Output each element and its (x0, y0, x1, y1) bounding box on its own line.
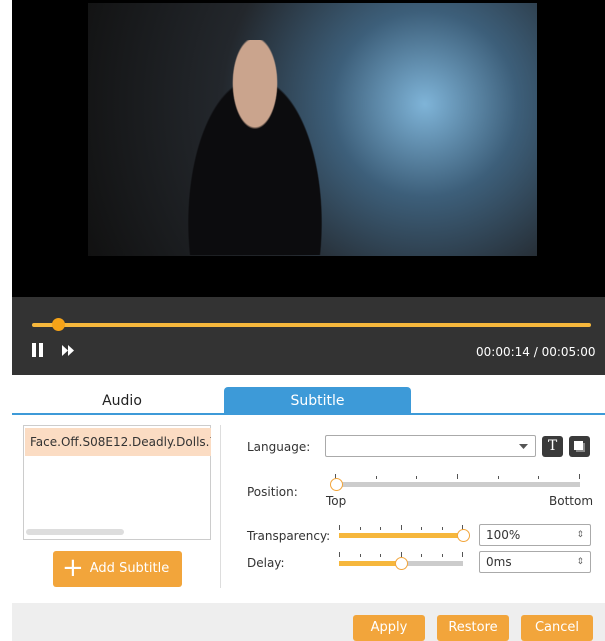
position-slider[interactable] (336, 482, 580, 487)
tick-mark (380, 527, 381, 530)
tick-mark (359, 554, 361, 557)
position-min-label: Top (326, 494, 347, 508)
tick-mark (421, 527, 422, 530)
transparency-label: Transparency: (247, 529, 331, 543)
transparency-spinbox[interactable]: 100% ⇕ (479, 524, 591, 546)
cancel-button[interactable]: Cancel (521, 615, 593, 641)
tick-mark (416, 476, 418, 479)
delay-value: 0ms (486, 555, 512, 569)
tick-mark (538, 476, 540, 479)
video-content (170, 40, 340, 255)
duration: 00:05:00 (541, 345, 596, 359)
seek-bar[interactable] (32, 323, 591, 327)
tick-mark (380, 554, 381, 557)
language-select[interactable] (325, 435, 536, 457)
position-ticks (335, 474, 580, 479)
color-icon (574, 441, 583, 450)
tick-mark (441, 527, 443, 530)
transparency-slider[interactable] (339, 533, 463, 538)
time-display: 00:00:14 / 00:05:00 (476, 345, 596, 359)
apply-button[interactable]: Apply (353, 615, 425, 641)
fast-forward-icon[interactable] (62, 345, 76, 359)
footer-bar (12, 603, 605, 641)
tick-mark (339, 552, 340, 557)
tick-mark (359, 527, 361, 530)
language-label: Language: (247, 440, 311, 454)
spin-arrows-icon: ⇕ (576, 530, 584, 540)
tick-mark (400, 525, 402, 530)
time-separator: / (533, 345, 538, 359)
chevron-down-icon (519, 444, 528, 449)
delay-handle[interactable] (395, 557, 408, 570)
position-handle[interactable] (330, 478, 343, 491)
font-button[interactable]: T (542, 436, 563, 457)
tab-audio[interactable]: Audio (62, 387, 182, 415)
spin-arrows-icon: ⇕ (576, 557, 584, 567)
subtitle-list[interactable]: Face.Off.S08E12.Deadly.Dolls.720p (23, 425, 211, 540)
current-time: 00:00:14 (476, 345, 530, 359)
delay-spinbox[interactable]: 0ms ⇕ (479, 551, 591, 573)
add-subtitle-button[interactable]: + Add Subtitle (53, 551, 182, 587)
tick-mark (462, 552, 463, 557)
tick-mark (441, 554, 443, 557)
position-label: Position: (247, 485, 298, 499)
tick-mark (497, 476, 499, 479)
tab-subtitle[interactable]: Subtitle (224, 387, 411, 415)
tick-mark (421, 554, 422, 557)
delay-label: Delay: (247, 556, 285, 570)
add-subtitle-label: Add Subtitle (89, 561, 170, 576)
list-item[interactable]: Face.Off.S08E12.Deadly.Dolls.720p (25, 428, 211, 456)
restore-button[interactable]: Restore (437, 615, 509, 641)
transparency-handle[interactable] (457, 529, 470, 542)
plus-icon: + (62, 553, 84, 583)
player-controls (12, 297, 605, 375)
tick-mark (457, 474, 458, 479)
tick-mark (579, 474, 580, 479)
divider (220, 425, 221, 588)
tick-mark (339, 525, 340, 530)
color-button[interactable] (569, 436, 590, 457)
tab-bar: Audio Subtitle (12, 375, 605, 415)
transparency-ticks (339, 525, 463, 530)
position-max-label: Bottom (549, 494, 594, 508)
horizontal-scrollbar[interactable] (26, 529, 124, 535)
tick-mark (375, 476, 377, 479)
transparency-value: 100% (486, 528, 521, 542)
pause-icon[interactable] (32, 343, 44, 357)
